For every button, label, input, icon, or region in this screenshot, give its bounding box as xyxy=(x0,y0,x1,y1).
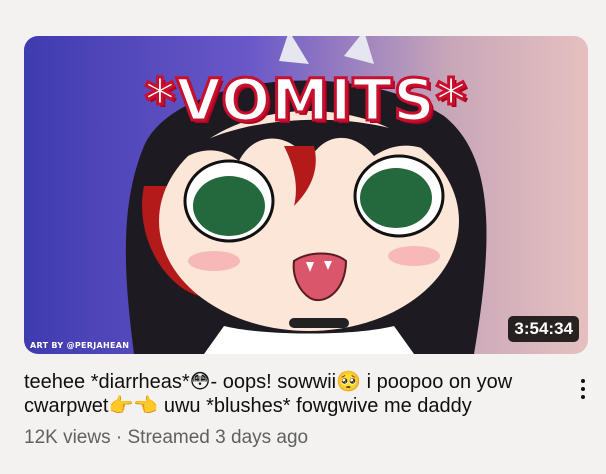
stats-separator: · xyxy=(115,427,123,448)
stream-date: Streamed 3 days ago xyxy=(127,427,309,448)
video-stats: 12K views · Streamed 3 days ago xyxy=(24,427,544,449)
duration-badge: 3:54:34 xyxy=(508,316,579,342)
more-vert-icon[interactable] xyxy=(570,374,596,404)
view-count: 12K views xyxy=(24,427,111,448)
video-thumbnail[interactable]: *VOMITS* ART BY @PERJAHEAN 3:54:34 xyxy=(24,36,588,354)
video-card[interactable]: *VOMITS* ART BY @PERJAHEAN 3:54:34 teehe… xyxy=(0,0,606,474)
video-meta: teehee *diarrheas*😳- oops! sowwii🥺 i poo… xyxy=(24,370,544,449)
video-title[interactable]: teehee *diarrheas*😳- oops! sowwii🥺 i poo… xyxy=(24,370,544,418)
thumbnail-overlay-text: *VOMITS* xyxy=(143,65,468,136)
thumbnail-credit: ART BY @PERJAHEAN xyxy=(30,341,130,350)
